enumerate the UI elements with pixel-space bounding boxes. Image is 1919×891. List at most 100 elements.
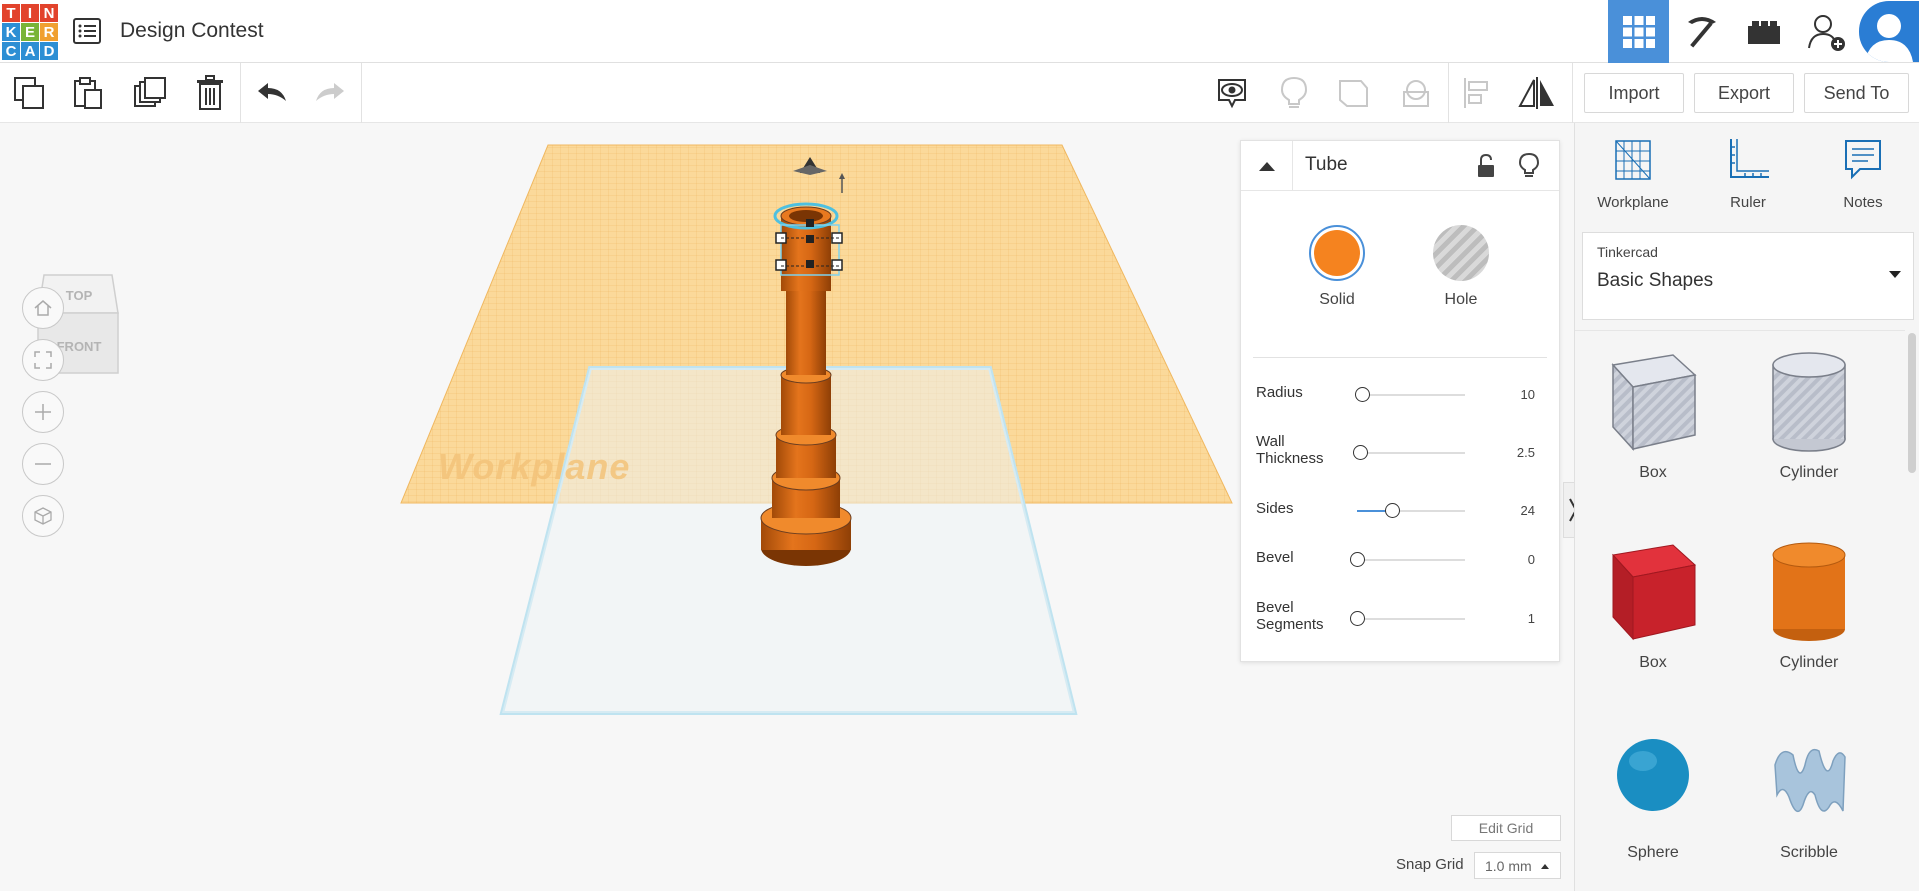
right-sidebar: Workplane Ruler Notes Tinkercad Basic Sh… xyxy=(1574,123,1919,891)
bevel-slider[interactable] xyxy=(1350,552,1465,567)
zoom-in-button[interactable] xyxy=(22,391,64,433)
tinkercad-logo[interactable]: T I N K E R C A D xyxy=(2,4,58,60)
hole-mode-button[interactable] xyxy=(1433,225,1489,281)
slider-knob[interactable] xyxy=(1350,552,1365,567)
shape-label: Scribble xyxy=(1780,844,1838,861)
collapse-inspector-button[interactable] xyxy=(1241,141,1293,191)
slider-knob[interactable] xyxy=(1350,611,1365,626)
property-value[interactable]: 0 xyxy=(1495,552,1535,567)
sides-slider[interactable] xyxy=(1357,503,1465,518)
copy-icon xyxy=(14,77,44,109)
snap-grid-select[interactable]: 1.0 mm xyxy=(1474,852,1561,879)
shape-library-select[interactable]: Tinkercad Basic Shapes xyxy=(1582,232,1914,320)
property-value[interactable]: 24 xyxy=(1495,503,1535,518)
caret-up-icon xyxy=(1540,863,1549,869)
design-title[interactable]: Design Contest xyxy=(120,19,264,43)
shape-grid: Box Cylinder Box Cylinder Sphere Scribbl… xyxy=(1575,330,1905,891)
solid-mode-button[interactable] xyxy=(1309,225,1365,281)
blocks-view-button[interactable] xyxy=(1671,0,1732,63)
light-bulb-icon xyxy=(1280,76,1308,108)
caret-down-icon xyxy=(1889,271,1901,278)
logo-letter: A xyxy=(21,42,39,60)
shape-label: Box xyxy=(1639,464,1667,481)
slider-knob[interactable] xyxy=(1353,445,1369,460)
workplane-label: Workplane xyxy=(438,446,631,487)
property-label: Radius xyxy=(1256,384,1303,401)
ruler-tool-button[interactable]: Ruler xyxy=(1703,137,1793,217)
property-value[interactable]: 10 xyxy=(1495,387,1535,402)
show-hide-button[interactable] xyxy=(1210,72,1254,114)
shape-list-scrollbar[interactable] xyxy=(1908,333,1916,473)
bricks-view-button[interactable] xyxy=(1733,0,1794,63)
fit-view-button[interactable] xyxy=(22,339,64,381)
notes-tool-button[interactable]: Notes xyxy=(1818,137,1908,217)
copy-button[interactable] xyxy=(8,72,52,114)
bevel-segments-slider[interactable] xyxy=(1350,611,1465,626)
redo-icon xyxy=(316,83,344,101)
redo-button[interactable] xyxy=(308,72,352,114)
zoom-out-button[interactable] xyxy=(22,443,64,485)
tinkercad-app: T I N K E R C A D Design Contest Import … xyxy=(0,0,1919,891)
paste-button[interactable] xyxy=(66,72,110,114)
edit-grid-button[interactable]: Edit Grid xyxy=(1451,815,1561,841)
ungroup-button[interactable] xyxy=(1394,72,1438,114)
logo-letter: N xyxy=(40,4,58,22)
workplane-tool-button[interactable]: Workplane xyxy=(1588,137,1678,217)
slider-knob[interactable] xyxy=(1355,387,1371,402)
shape-cylinder-hole[interactable]: Cylinder xyxy=(1739,341,1879,501)
cylinder-icon xyxy=(1772,542,1846,641)
paste-icon xyxy=(74,77,102,109)
logo-letter: E xyxy=(21,23,39,41)
property-value[interactable]: 2.5 xyxy=(1495,445,1535,460)
shape-box-hole[interactable]: Box xyxy=(1583,341,1723,501)
undo-button[interactable] xyxy=(250,72,294,114)
shape-box[interactable]: Box xyxy=(1583,531,1723,691)
align-button[interactable] xyxy=(1455,72,1499,114)
home-view-button[interactable] xyxy=(22,287,64,329)
logo-letter: I xyxy=(21,4,39,22)
property-label: Bevel xyxy=(1256,549,1294,566)
snap-grid-label: Snap Grid xyxy=(1396,856,1464,873)
perspective-button[interactable] xyxy=(22,495,64,537)
3d-design-view-button[interactable] xyxy=(1608,0,1669,63)
shape-label: Sphere xyxy=(1627,844,1679,861)
send-to-button[interactable]: Send To xyxy=(1804,73,1909,113)
logo-letter: R xyxy=(40,23,58,41)
hide-all-button[interactable] xyxy=(1272,72,1316,114)
shape-cylinder[interactable]: Cylinder xyxy=(1739,531,1879,691)
scribble-icon xyxy=(1774,748,1846,813)
slider-knob[interactable] xyxy=(1384,503,1400,518)
duplicate-icon xyxy=(134,77,166,107)
shape-sphere[interactable]: Sphere xyxy=(1583,721,1723,881)
workplane-icon xyxy=(1615,140,1651,180)
notes-tool-label: Notes xyxy=(1843,194,1883,211)
undo-icon xyxy=(258,83,286,101)
radius-slider[interactable] xyxy=(1355,387,1465,402)
toolbar-separator xyxy=(1448,63,1449,123)
shape-label: Box xyxy=(1639,654,1667,671)
mirror-button[interactable] xyxy=(1515,72,1559,114)
import-button[interactable]: Import xyxy=(1584,73,1684,113)
group-button[interactable] xyxy=(1332,72,1376,114)
property-value[interactable]: 1 xyxy=(1495,611,1535,626)
duplicate-button[interactable] xyxy=(128,72,172,114)
user-avatar[interactable] xyxy=(1859,1,1919,62)
delete-button[interactable] xyxy=(188,72,232,114)
lock-button[interactable] xyxy=(1473,153,1499,179)
light-bulb-button[interactable] xyxy=(1516,152,1542,180)
solid-swatch xyxy=(1314,230,1360,276)
trash-icon xyxy=(197,75,223,110)
notes-icon xyxy=(1845,140,1881,180)
shape-label: Cylinder xyxy=(1779,464,1839,481)
invite-user-button[interactable] xyxy=(1796,0,1857,63)
add-user-icon xyxy=(1807,14,1845,51)
export-button[interactable]: Export xyxy=(1694,73,1794,113)
design-list-button[interactable] xyxy=(72,16,102,46)
wall-thickness-slider[interactable] xyxy=(1353,445,1465,460)
grid-icon xyxy=(1622,15,1655,48)
inspector-divider xyxy=(1253,357,1547,358)
shape-scribble[interactable]: Scribble xyxy=(1739,721,1879,881)
logo-letter: K xyxy=(2,23,20,41)
light-bulb-icon xyxy=(1519,153,1539,177)
inspector-header: Tube xyxy=(1241,141,1559,191)
